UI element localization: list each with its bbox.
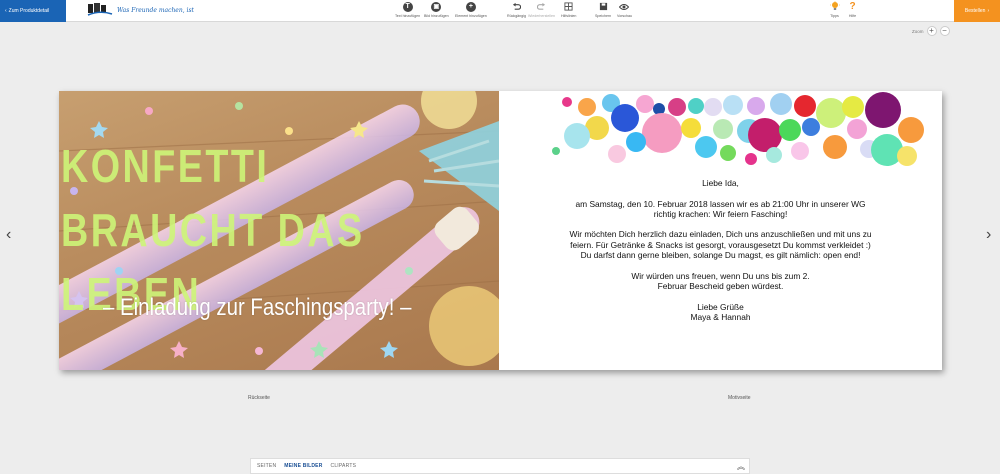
undo-button[interactable]: Rückgängig xyxy=(507,1,526,18)
zoom-in-button[interactable]: + xyxy=(926,26,937,36)
tips-button[interactable]: Tipps xyxy=(829,1,840,18)
letter-closing: Liebe Grüße xyxy=(697,301,744,312)
chevron-up-icon[interactable]: ︽ xyxy=(737,461,745,472)
question-icon: ? xyxy=(849,1,856,12)
save-button[interactable]: Speichern xyxy=(595,1,611,18)
add-text-button[interactable]: T Text hinzufügen xyxy=(395,1,420,18)
text-icon: T xyxy=(402,1,413,12)
letter-paragraph: Wir möchten Dich herzlich dazu einladen,… xyxy=(569,229,872,261)
order-button-label: Bestellen xyxy=(964,8,986,14)
back-side-label: Rückseite xyxy=(248,395,270,401)
zoom-control: Zoom + − xyxy=(912,26,950,36)
help-button[interactable]: ? Hilfe xyxy=(847,1,858,18)
tool-label: Bild hinzufügen xyxy=(424,14,449,18)
back-button-label: Zum Produktdetail xyxy=(8,8,50,14)
undo-icon xyxy=(511,1,522,12)
asset-panel-tabs: SEITEN MEINE BILDER CLIPARTS ︽ xyxy=(250,458,750,474)
add-image-button[interactable]: ▣ Bild hinzufügen xyxy=(424,1,449,18)
card-canvas: KONFETTI BRAUCHT DAS LEBEN – Einladung z… xyxy=(59,91,942,370)
previous-page-arrow-icon[interactable]: ‹ xyxy=(6,226,11,244)
tool-label: Speichern xyxy=(595,14,612,18)
lightbulb-icon xyxy=(829,1,840,12)
inside-page: Liebe Ida, am Samstag, den 10. Februar 2… xyxy=(499,91,942,370)
tool-label: Rückgängig xyxy=(507,14,526,18)
guides-button[interactable]: Hilfslinien xyxy=(561,1,576,18)
letter-paragraph: am Samstag, den 10. Februar 2018 lassen … xyxy=(575,198,866,219)
tool-label: Wiederherstellen xyxy=(528,14,555,18)
tool-label: Element hinzufügen xyxy=(455,14,487,18)
motif-side-label: Motivseite xyxy=(728,395,751,401)
letter-signature: Maya & Hannah xyxy=(690,311,751,322)
brand-logo xyxy=(87,3,113,16)
order-button[interactable]: Bestellen › xyxy=(954,0,1000,22)
tool-label: Hilfe xyxy=(848,14,857,18)
zoom-label: Zoom xyxy=(912,28,924,34)
top-toolbar: ‹ Zum Produktdetail Was Freunde machen, … xyxy=(0,0,1000,22)
back-to-product-button[interactable]: ‹ Zum Produktdetail xyxy=(0,0,66,22)
preview-button[interactable]: Vorschau xyxy=(617,1,632,18)
eye-icon xyxy=(619,1,630,12)
letter-paragraph: Wir würden uns freuen, wenn Du uns bis z… xyxy=(631,270,810,291)
tab-pages[interactable]: SEITEN xyxy=(257,463,276,469)
save-icon xyxy=(598,1,609,12)
add-element-button[interactable]: + Element hinzufügen xyxy=(455,1,487,18)
letter-greeting: Liebe Ida, xyxy=(702,178,739,188)
redo-icon xyxy=(536,1,547,12)
confetti-dots-image[interactable] xyxy=(499,91,942,171)
zoom-out-button[interactable]: − xyxy=(939,26,950,36)
plus-icon: + xyxy=(465,1,476,12)
chevron-left-icon: ‹ xyxy=(5,8,7,14)
tab-cliparts[interactable]: CLIPARTS xyxy=(331,463,357,469)
tool-label: Tipps xyxy=(830,14,839,18)
invitation-text[interactable]: Liebe Ida, am Samstag, den 10. Februar 2… xyxy=(499,178,942,322)
redo-button[interactable]: Wiederherstellen xyxy=(528,1,555,18)
chevron-right-icon: › xyxy=(987,8,990,14)
cover-photo[interactable]: KONFETTI BRAUCHT DAS LEBEN – Einladung z… xyxy=(59,91,499,370)
brand-tagline: Was Freunde machen, ist xyxy=(117,7,194,14)
image-icon: ▣ xyxy=(431,1,442,12)
grid-icon xyxy=(563,1,574,12)
tool-label: Vorschau xyxy=(617,14,632,18)
tool-label: Text hinzufügen xyxy=(395,14,421,18)
tool-label: Hilfslinien xyxy=(561,14,577,18)
next-page-arrow-icon[interactable]: › xyxy=(986,226,991,244)
tab-my-images[interactable]: MEINE BILDER xyxy=(284,463,322,469)
cover-subline[interactable]: – Einladung zur Faschingsparty! – xyxy=(103,294,411,322)
